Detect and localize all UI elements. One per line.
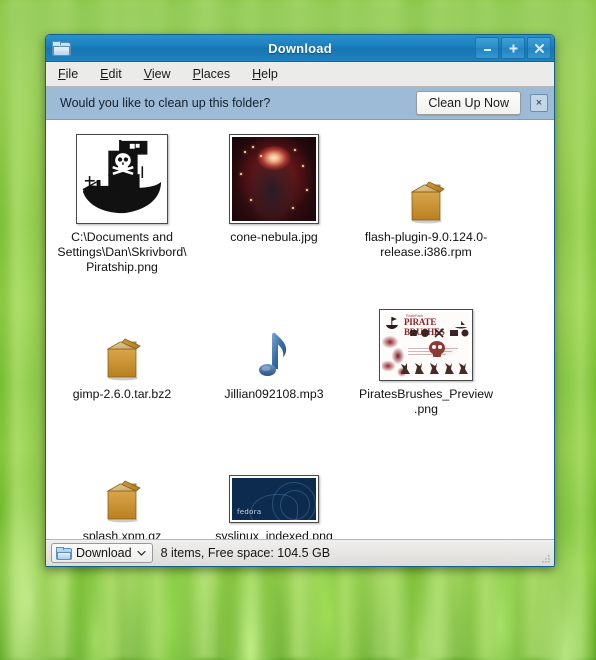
menu-view[interactable]: View xyxy=(142,65,173,83)
folder-icon xyxy=(52,41,71,56)
list-item[interactable]: splash.xpm.gz xyxy=(46,425,198,539)
icon-row: gimp-2.6.0.tar.bz2 Jillian092108.mp3 Pir… xyxy=(46,283,554,419)
image-thumbnail-brushes: PiratePack PIRATE BRUSHES xyxy=(379,309,473,381)
menu-file[interactable]: File xyxy=(56,65,80,83)
minimize-button[interactable] xyxy=(475,37,499,59)
fedora-brand: fedora xyxy=(237,508,262,516)
list-item-label: flash-plugin-9.0.124.0-release.i386.rpm xyxy=(364,230,488,259)
list-item-label: gimp-2.6.0.tar.bz2 xyxy=(72,387,172,401)
image-thumbnail-nebula xyxy=(229,134,319,224)
image-thumbnail-pirateship xyxy=(76,134,168,224)
list-item[interactable]: C:\Documents and Settings\Dan\Skrivbord\… xyxy=(46,126,198,277)
thumbnail xyxy=(229,130,319,224)
music-note-icon xyxy=(252,329,296,381)
thumbnail xyxy=(252,287,296,381)
thumbnail xyxy=(402,130,450,224)
list-item[interactable]: PiratePack PIRATE BRUSHES xyxy=(350,283,502,419)
list-item-label: Jillian092108.mp3 xyxy=(224,387,324,401)
list-item-label: splash.xpm.gz xyxy=(82,529,162,539)
cleanup-infobar: Would you like to clean up this folder? … xyxy=(46,87,554,120)
package-icon xyxy=(98,477,146,523)
list-item[interactable]: cone-nebula.jpg xyxy=(198,126,350,277)
image-thumbnail-syslinux: fedora xyxy=(229,475,319,523)
close-button[interactable] xyxy=(527,37,551,59)
file-list-area[interactable]: C:\Documents and Settings\Dan\Skrivbord\… xyxy=(46,120,554,539)
list-item[interactable]: fedora syslinux_indexed.png xyxy=(198,425,350,539)
list-item-label: cone-nebula.jpg xyxy=(230,230,318,244)
resize-grip[interactable] xyxy=(539,552,551,564)
menu-edit[interactable]: Edit xyxy=(98,65,124,83)
icon-row: splash.xpm.gz fedora syslinux_indexed.pn… xyxy=(46,425,554,539)
window-titlebar[interactable]: Download xyxy=(46,35,554,62)
close-icon[interactable]: × xyxy=(530,94,548,112)
list-item-empty xyxy=(350,425,502,539)
file-manager-window: Download File Edit View Places Help Woul… xyxy=(45,34,555,567)
package-icon xyxy=(98,335,146,381)
list-item[interactable]: gimp-2.6.0.tar.bz2 xyxy=(46,283,198,419)
list-item-label: C:\Documents and Settings\Dan\Skrivbord\… xyxy=(57,230,187,274)
maximize-button[interactable] xyxy=(501,37,525,59)
list-item[interactable]: flash-plugin-9.0.124.0-release.i386.rpm xyxy=(350,126,502,277)
chevron-down-icon xyxy=(136,550,146,556)
path-label: Download xyxy=(76,546,132,560)
thumbnail: PiratePack PIRATE BRUSHES xyxy=(379,287,473,381)
menubar: File Edit View Places Help xyxy=(46,62,554,87)
thumbnail xyxy=(76,130,168,224)
menu-help[interactable]: Help xyxy=(250,65,280,83)
thumbnail xyxy=(98,429,146,523)
package-icon xyxy=(402,178,450,224)
path-dropdown-button[interactable]: Download xyxy=(51,543,153,563)
list-item-label: PiratesBrushes_Preview.png xyxy=(359,387,493,416)
statusbar: Download 8 items, Free space: 104.5 GB xyxy=(46,539,554,566)
infobar-message: Would you like to clean up this folder? xyxy=(60,96,271,110)
menu-places[interactable]: Places xyxy=(191,65,233,83)
thumbnail xyxy=(98,287,146,381)
window-controls xyxy=(475,37,551,59)
folder-icon xyxy=(56,547,72,560)
thumbnail: fedora xyxy=(229,429,319,523)
list-item-label: syslinux_indexed.png xyxy=(215,529,333,539)
list-item[interactable]: Jillian092108.mp3 xyxy=(198,283,350,419)
status-text: 8 items, Free space: 104.5 GB xyxy=(160,546,331,560)
icon-row: C:\Documents and Settings\Dan\Skrivbord\… xyxy=(46,126,554,277)
clean-up-now-button[interactable]: Clean Up Now xyxy=(416,91,521,115)
